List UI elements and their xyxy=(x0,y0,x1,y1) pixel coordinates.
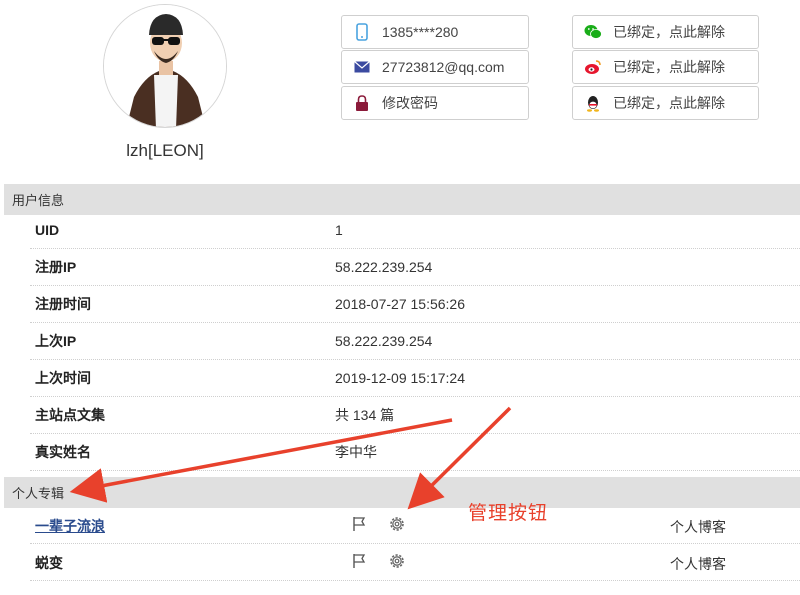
info-key: 上次IP xyxy=(35,333,77,349)
avatar xyxy=(103,4,227,128)
info-key: 上次时间 xyxy=(35,370,91,386)
change-password-button[interactable]: 修改密码 xyxy=(341,86,529,120)
info-key: 真实姓名 xyxy=(35,444,91,460)
gear-icon[interactable] xyxy=(387,514,407,534)
wechat-binding-button[interactable]: 已绑定，点此解除 xyxy=(572,15,759,49)
flag-icon[interactable] xyxy=(351,515,369,533)
email-address: 27723812@qq.com xyxy=(382,59,505,75)
column-type: 个人博客 xyxy=(670,556,726,572)
info-key: 注册IP xyxy=(35,259,77,275)
info-row-register-ip: 注册IP 58.222.239.254 xyxy=(30,249,800,286)
wechat-status: 已绑定，点此解除 xyxy=(613,24,725,40)
wechat-icon xyxy=(573,24,613,40)
info-row-last-ip: 上次IP 58.222.239.254 xyxy=(30,323,800,360)
change-password-label: 修改密码 xyxy=(382,95,438,111)
info-value: 2019-12-09 15:17:24 xyxy=(335,370,465,386)
info-row-register-time: 注册时间 2018-07-27 15:56:26 xyxy=(30,286,800,323)
column-row: 蜕变 个人博客 xyxy=(30,544,800,581)
weibo-icon xyxy=(573,59,613,75)
info-row-real-name: 真实姓名 李中华 xyxy=(30,434,800,471)
phone-number: 1385****280 xyxy=(382,24,459,40)
qq-binding-button[interactable]: 已绑定，点此解除 xyxy=(572,86,759,120)
envelope-icon xyxy=(342,61,382,73)
info-value: 共 134 篇 xyxy=(335,407,395,423)
info-key: 注册时间 xyxy=(35,296,91,312)
annotation-label: 管理按钮 xyxy=(468,503,549,524)
info-row-last-time: 上次时间 2019-12-09 15:17:24 xyxy=(30,360,800,397)
flag-icon[interactable] xyxy=(351,552,369,570)
lock-icon xyxy=(342,95,382,111)
info-value: 李中华 xyxy=(335,444,377,460)
qq-icon xyxy=(573,95,613,112)
column-row: 一辈子流浪 个人博客 xyxy=(30,507,800,544)
info-value: 58.222.239.254 xyxy=(335,333,433,349)
email-binding-button[interactable]: 27723812@qq.com xyxy=(341,50,529,84)
column-name[interactable]: 蜕变 xyxy=(35,553,63,573)
gear-icon[interactable] xyxy=(387,551,407,571)
info-row-uid: UID 1 xyxy=(30,212,800,249)
avatar-illustration xyxy=(104,5,226,127)
weibo-binding-button[interactable]: 已绑定，点此解除 xyxy=(572,50,759,84)
qq-status: 已绑定，点此解除 xyxy=(613,95,725,111)
phone-binding-button[interactable]: 1385****280 xyxy=(341,15,529,49)
phone-icon xyxy=(342,23,382,41)
info-value: 2018-07-27 15:56:26 xyxy=(335,296,465,312)
info-value: 58.222.239.254 xyxy=(335,259,433,275)
column-name-link[interactable]: 一辈子流浪 xyxy=(35,516,105,536)
info-key: 主站点文集 xyxy=(35,407,105,423)
info-row-article-count: 主站点文集 共 134 篇 xyxy=(30,397,800,434)
weibo-status: 已绑定，点此解除 xyxy=(613,59,725,75)
user-info-header: 用户信息 xyxy=(4,184,800,215)
info-value: 1 xyxy=(335,222,343,238)
columns-header: 个人专辑 xyxy=(4,477,800,508)
username: lzh[LEON] xyxy=(126,141,204,160)
column-type: 个人博客 xyxy=(670,519,726,535)
info-key: UID xyxy=(35,222,60,238)
